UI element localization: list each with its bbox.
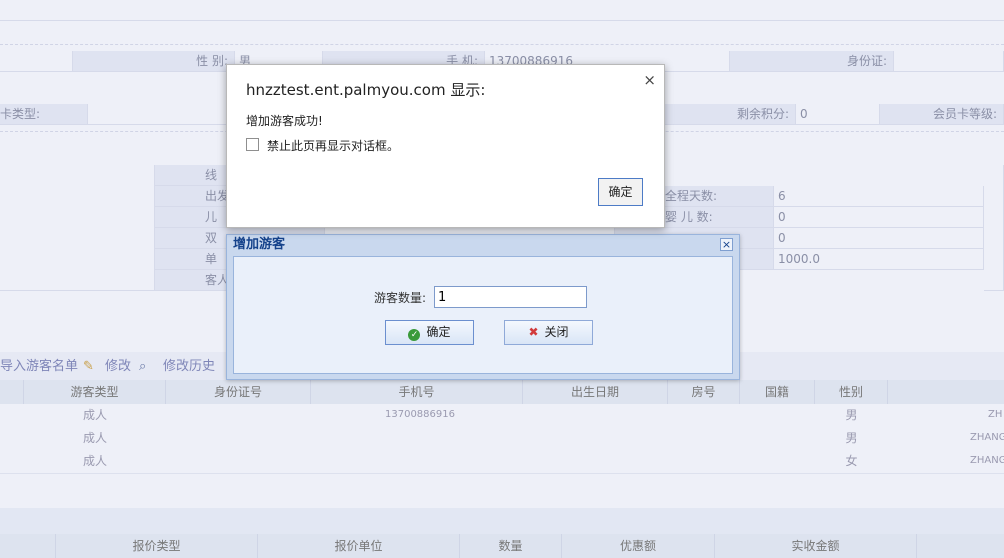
check-icon: ✓ [408,329,421,341]
gender-label: 性 别: [73,51,235,72]
col-header-type[interactable]: 游客类型 [24,380,166,404]
top-strip [0,0,1004,21]
edit-history-button[interactable]: 修改历史 [163,357,215,377]
bottom-col-quantity[interactable]: 数量 [460,534,562,558]
alert-title: hnzztest.ent.palmyou.com 显示: [246,81,486,99]
row-gender: 男 [845,431,858,445]
row-gender: 男 [845,408,858,422]
col-header-nationality[interactable]: 国籍 [740,380,815,404]
import-guest-list-button[interactable]: 导入游客名单 [0,357,78,377]
form-row1-blank [0,51,73,72]
dialog-close-label: 关闭 [544,325,569,339]
suppress-dialogs-label[interactable]: 禁止此页再显示对话框。 [267,137,399,154]
guest-table: 游客类型 身份证号 手机号 出生日期 房号 国籍 性别 成人 137008869… [0,380,1004,475]
route-right-edge [984,165,1004,291]
col-header-idcard[interactable]: 身份证号 [166,380,311,404]
route-left-col [0,165,155,291]
history-icon: ⌕ [139,359,147,374]
col-header-phone[interactable]: 手机号 [311,380,523,404]
bottom-col-discount[interactable]: 优惠额 [562,534,715,558]
row4-value: 1000.0 [774,249,984,270]
guest-count-input[interactable] [434,286,587,308]
dialog-body: 游客数量: ✓ 确定 ✖ 关闭 [233,256,733,374]
row-name: ZHANGS [970,455,1004,466]
edit-icon: ✎ [83,359,94,374]
row-phone: 13700886916 [385,409,455,420]
points-value: 0 [796,104,880,125]
row-name: ZH [988,409,1003,420]
idcard-label: 身份证: [730,51,894,72]
dialog-title: 增加游客 [233,237,286,252]
row-gender: 女 [845,454,858,468]
bottom-col-extra[interactable] [917,534,1004,558]
infant-value: 0 [774,207,984,228]
table-row[interactable]: 成人 13700886916 男 ZH [0,404,1004,428]
row-name: ZHANGS [970,432,1004,443]
close-x-icon: ✖ [528,325,539,339]
bottom-col-received[interactable]: 实收金额 [715,534,917,558]
card-type-label: 卡类型: [0,104,88,125]
member-level-label: 会员卡等级: [880,104,1004,125]
edit-button[interactable]: 修改 [105,357,131,377]
dialog-close-button[interactable]: ✖ 关闭 [504,320,593,345]
col-header-birth[interactable]: 出生日期 [523,380,668,404]
bottom-table-header: 报价类型 报价单位 数量 优惠额 实收金额 [0,534,1004,558]
suppress-dialogs-checkbox[interactable] [246,138,259,151]
col-header-blank [0,380,24,404]
total-days-value: 6 [774,186,984,207]
add-guest-dialog: 增加游客 × 游客数量: ✓ 确定 ✖ 关闭 [226,234,740,380]
row-type: 成人 [82,431,107,445]
alert-message: 增加游客成功! [246,114,323,128]
col-header-name[interactable] [888,380,1004,404]
idcard-value [894,51,1004,72]
col-header-room[interactable]: 房号 [668,380,740,404]
close-icon[interactable]: × [720,238,733,251]
guest-count-label: 游客数量: [374,291,427,305]
browser-alert: hnzztest.ent.palmyou.com 显示: × 增加游客成功! 禁… [226,64,665,228]
dotted-divider [0,44,1004,45]
bottom-col-quote-type[interactable]: 报价类型 [56,534,258,558]
col-header-gender[interactable]: 性别 [815,380,888,404]
dialog-confirm-label: 确定 [426,325,451,339]
row3-value: 0 [774,228,984,249]
bottom-col-blank [0,534,56,558]
bottom-col-quote-unit[interactable]: 报价单位 [258,534,460,558]
dialog-confirm-button[interactable]: ✓ 确定 [385,320,474,345]
alert-close-icon[interactable]: × [643,71,656,89]
row-type: 成人 [82,408,107,422]
bottom-bar [0,508,1004,534]
row-type: 成人 [82,454,107,468]
table-row[interactable]: 成人 女 ZHANGS [0,450,1004,474]
alert-ok-button[interactable]: 确定 [598,178,643,206]
table-row[interactable]: 成人 男 ZHANGS [0,427,1004,451]
